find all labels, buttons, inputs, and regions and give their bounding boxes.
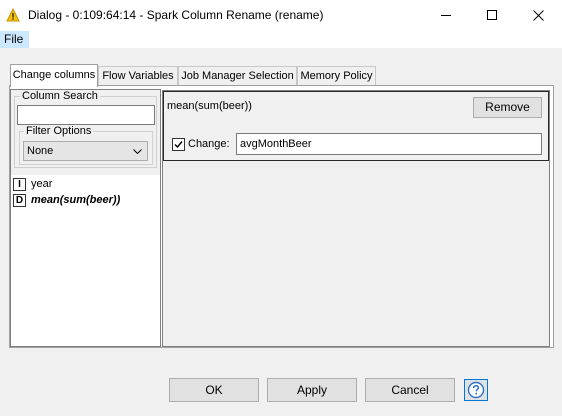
menu-file[interactable]: File — [0, 31, 30, 48]
new-name-input[interactable] — [236, 133, 542, 155]
tab-job-manager-selection[interactable]: Job Manager Selection — [178, 66, 297, 85]
filter-options-value: None — [27, 145, 54, 157]
remove-button[interactable]: Remove — [473, 97, 542, 118]
column-search-input[interactable] — [17, 105, 155, 125]
list-item[interactable]: I year — [11, 176, 160, 192]
column-name: mean(sum(beer)) — [31, 194, 121, 206]
chevron-down-icon — [133, 149, 142, 155]
minimize-button[interactable] — [424, 0, 470, 31]
tab-change-columns[interactable]: Change columns — [10, 64, 98, 87]
ok-button[interactable]: OK — [169, 378, 259, 402]
minimize-icon — [441, 15, 451, 16]
integer-type-icon: I — [13, 178, 26, 191]
maximize-icon — [487, 10, 497, 20]
window-title: Dialog - 0:109:64:14 - Spark Column Rena… — [28, 8, 324, 22]
change-label: Change: — [188, 138, 230, 150]
change-checkbox[interactable] — [172, 138, 185, 151]
warning-triangle-icon — [6, 7, 20, 22]
filter-options-label: Filter Options — [24, 125, 94, 137]
tab-flow-variables[interactable]: Flow Variables — [98, 66, 178, 85]
double-type-icon: D — [13, 194, 26, 207]
close-button[interactable] — [516, 0, 562, 31]
title-bar: Dialog - 0:109:64:14 - Spark Column Rena… — [0, 0, 562, 31]
filter-options-select[interactable]: None — [23, 141, 148, 161]
column-name: year — [31, 178, 53, 190]
tab-memory-policy[interactable]: Memory Policy — [297, 66, 376, 85]
close-icon — [533, 10, 544, 21]
column-list[interactable]: I year D mean(sum(beer)) — [11, 175, 160, 346]
cancel-button[interactable]: Cancel — [365, 378, 455, 402]
checkmark-icon — [174, 141, 183, 149]
apply-button[interactable]: Apply — [267, 378, 357, 402]
maximize-button[interactable] — [470, 0, 516, 31]
menu-bar: File — [0, 31, 562, 48]
column-search-label: Column Search — [20, 90, 100, 102]
rename-column-name: mean(sum(beer)) — [167, 100, 252, 112]
help-button[interactable] — [464, 379, 488, 401]
list-item[interactable]: D mean(sum(beer)) — [11, 192, 160, 208]
help-question-icon — [467, 381, 485, 399]
